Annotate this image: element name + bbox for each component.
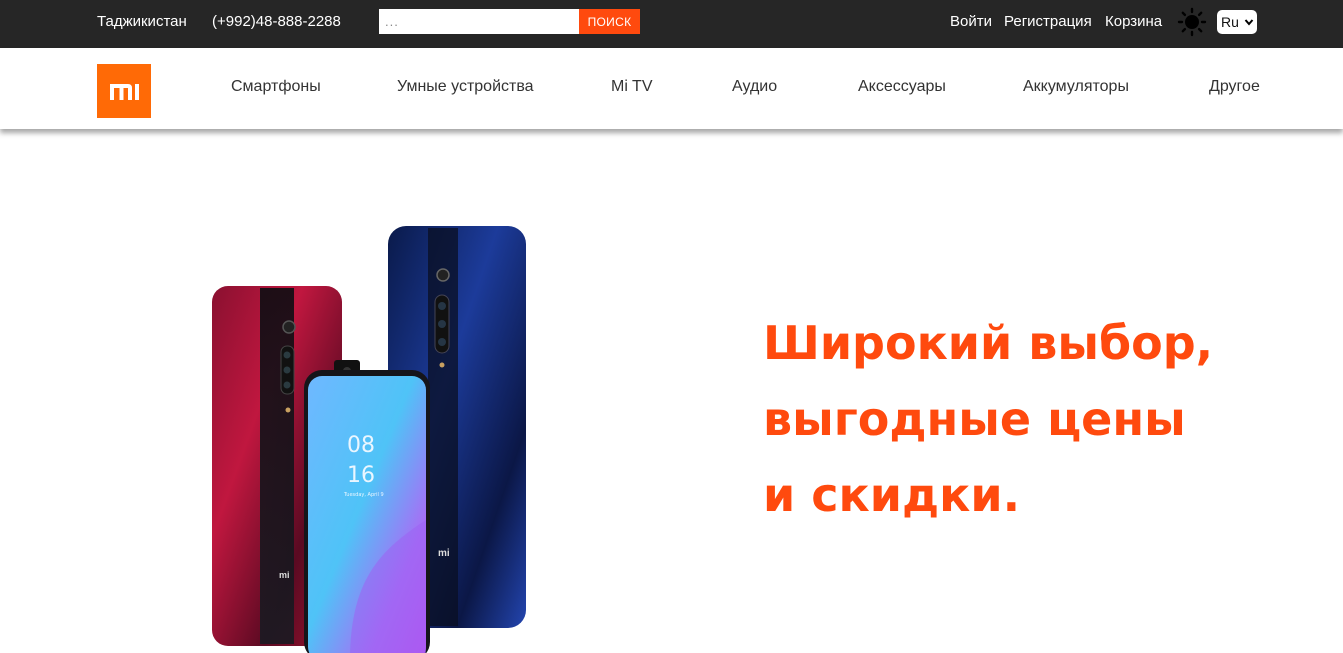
nav-item-smart-devices[interactable]: Умные устройства bbox=[397, 78, 534, 96]
register-link[interactable]: Регистрация bbox=[1004, 13, 1092, 30]
language-select[interactable]: Ru bbox=[1217, 10, 1257, 34]
phone-number[interactable]: (+992)48-888-2288 bbox=[212, 13, 341, 30]
svg-text:mi: mi bbox=[438, 548, 450, 559]
nav-item-audio[interactable]: Аудио bbox=[732, 78, 777, 96]
hero-headline: Широкий выбор, выгодные цены и скидки. bbox=[763, 316, 1214, 522]
search-button[interactable]: ПОИСК bbox=[579, 9, 640, 34]
cart-link[interactable]: Корзина bbox=[1105, 13, 1162, 30]
nav-item-mi-tv[interactable]: Mi TV bbox=[611, 78, 652, 96]
nav-item-smartphones[interactable]: Смартфоны bbox=[231, 78, 321, 96]
phone-screen-minute: 16 bbox=[347, 463, 375, 488]
nav-item-other[interactable]: Другое bbox=[1209, 78, 1260, 96]
nav-item-accessories[interactable]: Аксессуары bbox=[858, 78, 946, 96]
sun-icon[interactable] bbox=[1177, 7, 1207, 37]
search-input[interactable] bbox=[379, 9, 579, 34]
top-bar: Таджикистан (+992)48-888-2288 ПОИСК Войт… bbox=[0, 0, 1343, 48]
country-label[interactable]: Таджикистан bbox=[97, 13, 187, 30]
nav-item-batteries[interactable]: Аккумуляторы bbox=[1023, 78, 1129, 96]
phone-screen-hour: 08 bbox=[347, 433, 375, 458]
main-nav: Смартфоны Умные устройства Mi TV Аудио А… bbox=[0, 48, 1343, 129]
phone-screen-date: Tuesday, April 9 bbox=[343, 492, 384, 498]
chevron-down-icon bbox=[1244, 19, 1254, 26]
mi-logo[interactable] bbox=[97, 64, 151, 118]
login-link[interactable]: Войти bbox=[950, 13, 992, 30]
hero-phones-image: mi 08 16 Tuesday, April 9 mi bbox=[212, 226, 526, 653]
svg-text:mi: mi bbox=[279, 570, 290, 580]
language-value: Ru bbox=[1221, 14, 1239, 30]
